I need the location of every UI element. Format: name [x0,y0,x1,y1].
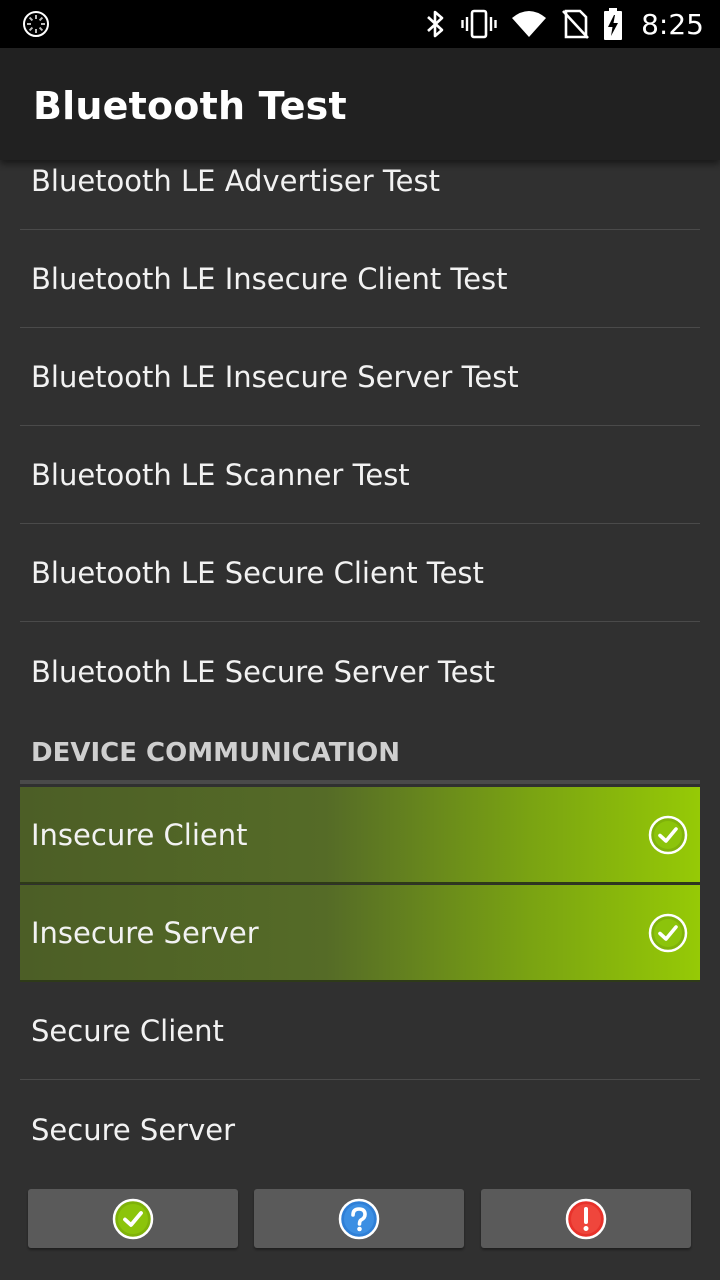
status-icons: 8:25 [425,0,704,48]
wifi-icon [511,10,547,38]
list-item-le-advertiser[interactable]: Bluetooth LE Advertiser Test [20,160,700,230]
no-sim-icon [561,9,590,39]
list-item-label: Bluetooth LE Insecure Client Test [31,262,508,296]
list-item-label: Bluetooth LE Secure Client Test [31,556,484,590]
status-bar: 8:25 [0,0,720,48]
vibrate-icon [461,8,497,40]
test-list[interactable]: Bluetooth LE Advertiser Test Bluetooth L… [20,160,700,1180]
app-bar: Bluetooth Test [0,48,720,160]
list-item-secure-server[interactable]: Secure Server [20,1081,700,1178]
list-item-secure-client[interactable]: Secure Client [20,983,700,1080]
list-item-insecure-client[interactable]: Insecure Client [20,787,700,884]
section-header-label: DEVICE COMMUNICATION [31,738,400,768]
list-item-label: Bluetooth LE Advertiser Test [31,164,440,198]
list-item-label: Secure Server [31,1112,236,1147]
list-item-label: Insecure Server [31,915,259,950]
list-item-le-insecure-client[interactable]: Bluetooth LE Insecure Client Test [20,231,700,328]
passed-check-icon [648,815,688,855]
passed-check-icon [648,913,688,953]
list-item-label: Secure Client [31,1014,224,1048]
fail-button[interactable] [481,1189,691,1248]
list-item-le-insecure-server[interactable]: Bluetooth LE Insecure Server Test [20,329,700,426]
info-button[interactable] [254,1189,464,1248]
screen: 8:25 Bluetooth Test Bluetooth LE Adverti… [0,0,720,1280]
page-title: Bluetooth Test [33,84,347,128]
list-item-label: Bluetooth LE Insecure Server Test [31,360,519,394]
pass-button[interactable] [28,1189,238,1248]
list-item-label: Bluetooth LE Secure Server Test [31,654,496,689]
loading-spinner-icon [22,10,50,38]
battery-charging-icon [603,8,623,40]
section-header-device-communication: DEVICE COMMUNICATION [20,724,700,784]
list-item-le-scanner[interactable]: Bluetooth LE Scanner Test [20,427,700,524]
list-item-insecure-server[interactable]: Insecure Server [20,885,700,982]
list-item-label: Insecure Client [31,817,248,852]
list-item-le-secure-client[interactable]: Bluetooth LE Secure Client Test [20,525,700,622]
clock-time: 8:25 [641,7,704,41]
list-item-le-secure-server[interactable]: Bluetooth LE Secure Server Test [20,623,700,720]
bluetooth-icon [425,8,447,40]
pass-fail-button-bar [0,1180,720,1280]
list-item-label: Bluetooth LE Scanner Test [31,458,410,492]
